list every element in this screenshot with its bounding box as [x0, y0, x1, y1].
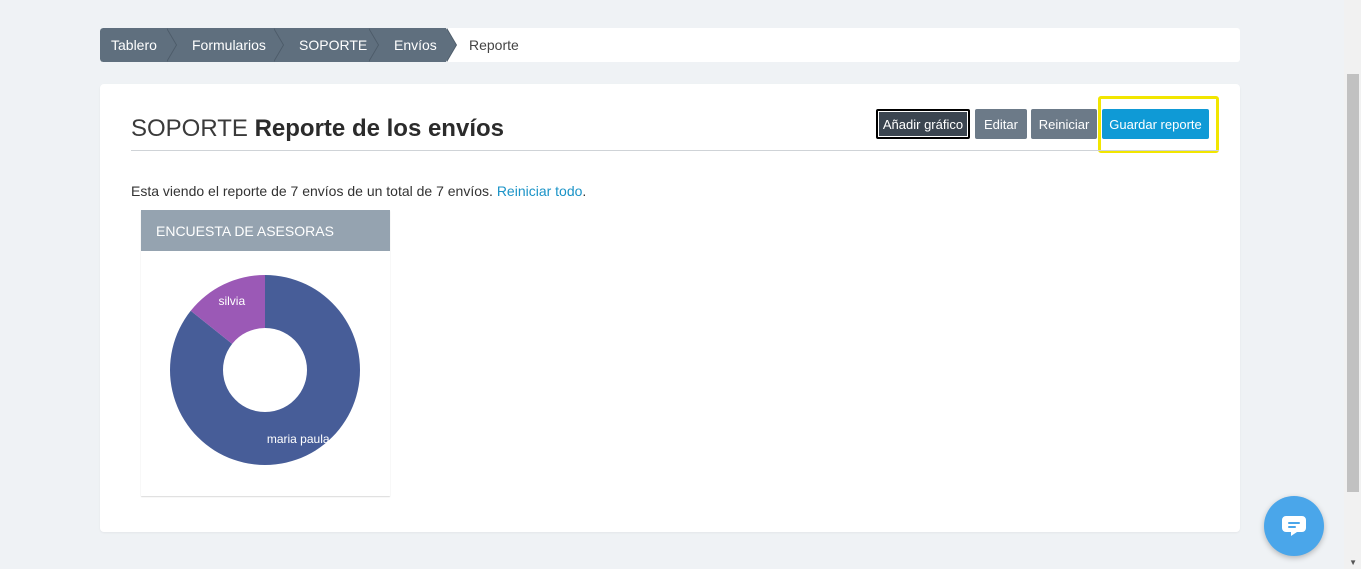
breadcrumb-item-tablero[interactable]: Tablero	[100, 28, 177, 62]
donut-chart: maria paula silvia	[170, 275, 360, 465]
chat-bubble-icon	[1282, 516, 1306, 536]
chart-panel-title: ENCUESTA DE ASESORAS	[141, 210, 390, 251]
report-summary: Esta viendo el reporte de 7 envíos de un…	[131, 183, 586, 199]
save-report-button[interactable]: Guardar reporte	[1102, 109, 1209, 139]
breadcrumb-item-envios[interactable]: Envíos	[368, 28, 457, 62]
title-divider	[131, 150, 1219, 151]
donut-label-silvia: silvia	[218, 294, 245, 308]
donut-label-maria-paula: maria paula	[267, 432, 330, 446]
scrollbar-thumb[interactable]	[1347, 74, 1359, 492]
reset-all-link[interactable]: Reiniciar todo	[497, 183, 583, 199]
report-card: SOPORTE Reporte de los envíos Añadir grá…	[100, 84, 1240, 532]
chevron-down-icon[interactable]: ▼	[1349, 558, 1357, 567]
report-title: Reporte de los envíos	[254, 115, 504, 142]
breadcrumb-item-soporte[interactable]: SOPORTE	[273, 28, 379, 62]
report-summary-text: Esta viendo el reporte de 7 envíos de un…	[131, 183, 493, 199]
chat-widget-button[interactable]	[1264, 496, 1324, 556]
chart-panel: ENCUESTA DE ASESORAS maria paula silvia	[141, 210, 390, 496]
reset-button[interactable]: Reiniciar	[1031, 109, 1097, 139]
page-title: SOPORTE Reporte de los envíos	[131, 115, 504, 143]
breadcrumb: Tablero Formularios SOPORTE Envíos Repor…	[100, 28, 1240, 62]
edit-button[interactable]: Editar	[975, 109, 1027, 139]
add-chart-button[interactable]: Añadir gráfico	[876, 109, 970, 139]
vertical-scrollbar[interactable]: ▼	[1344, 0, 1361, 569]
form-name: SOPORTE	[131, 115, 248, 142]
breadcrumb-item-formularios[interactable]: Formularios	[166, 28, 284, 62]
summary-period: .	[582, 183, 587, 199]
